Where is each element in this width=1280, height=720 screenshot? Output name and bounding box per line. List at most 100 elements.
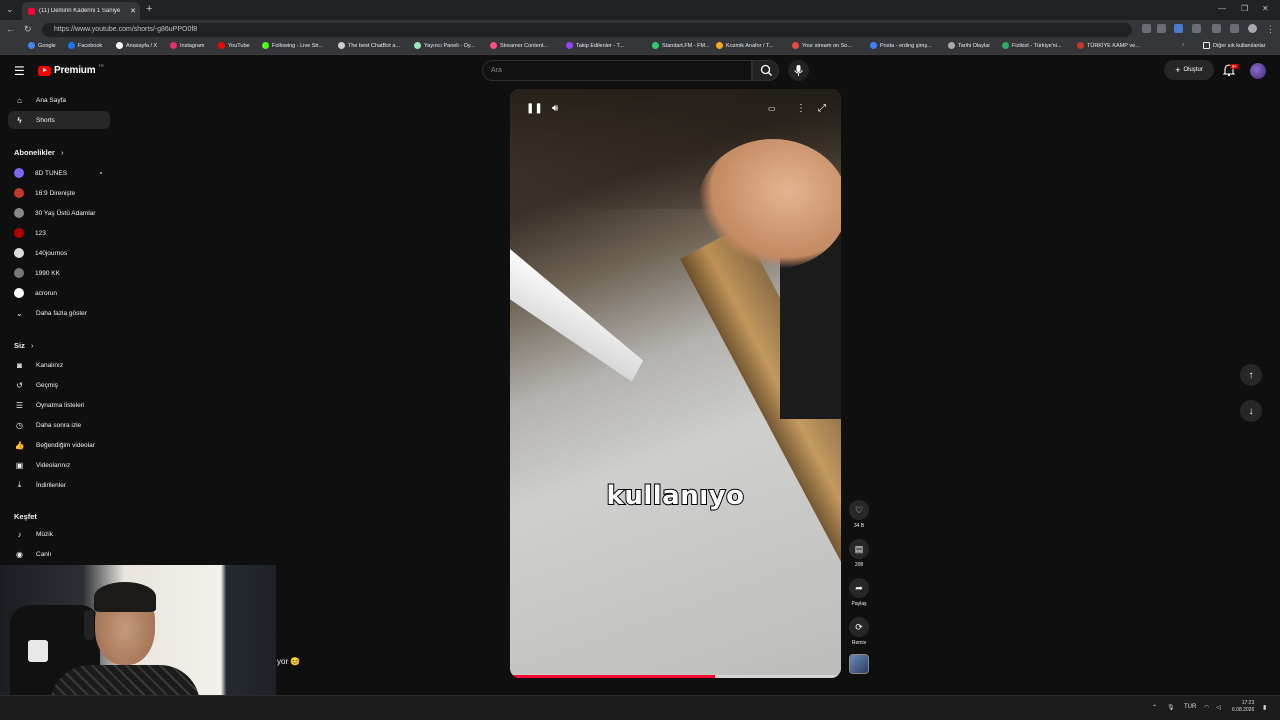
show-more-button[interactable]: ⌄ Daha fazla göster	[8, 304, 110, 322]
voice-search-button[interactable]	[788, 60, 809, 81]
bookmark-label: Streamer Content...	[500, 42, 548, 49]
downloads-icon[interactable]	[1230, 24, 1239, 33]
sidebar-item-you[interactable]: ▣ Videolarınız	[8, 456, 110, 474]
you-heading[interactable]: Siz ›	[14, 341, 33, 350]
bookmark-item[interactable]: Tarihi Olaylar	[948, 42, 990, 49]
logo-region: TR	[98, 63, 104, 68]
other-bookmarks-folder[interactable]: Diğer sık kullanılanlar	[1203, 42, 1266, 49]
search-button[interactable]	[752, 60, 779, 81]
bookmark-label: Anasayfa / X	[126, 42, 158, 49]
create-button[interactable]: + Oluştur	[1164, 60, 1214, 80]
bookmark-label: Posta - erding şimş...	[880, 42, 932, 49]
sidebar-subscription-item[interactable]: acrorun	[8, 284, 110, 302]
sidebar-item-explore[interactable]: ♪ Müzik	[8, 525, 110, 543]
youtube-premium-logo[interactable]: Premium TR	[38, 63, 104, 76]
bookmark-item[interactable]: Following - Live Str...	[262, 42, 323, 49]
shorts-icon: ϟ	[17, 115, 22, 125]
hamburger-menu-icon[interactable]: ☰	[14, 65, 25, 77]
bookmark-item[interactable]: Facebook	[68, 42, 102, 49]
sidebar-subscription-item[interactable]: 140journos	[8, 244, 110, 262]
bookmark-item[interactable]: Google	[28, 42, 56, 49]
new-tab-icon[interactable]: +	[146, 3, 152, 15]
like-action[interactable]: ♡ 34 B	[846, 500, 872, 529]
sidebar-item-you[interactable]: 👍 Beğendiğim videolar	[8, 436, 110, 454]
restore-icon[interactable]: ❐	[1241, 4, 1248, 13]
shorts-video-player[interactable]: kullanıyo ❚❚ 🔊︎ ▭ ⋮ ⤢	[510, 89, 841, 678]
close-window-icon[interactable]: ✕	[1262, 4, 1269, 13]
back-icon[interactable]: ←	[6, 24, 15, 34]
tray-chevron-icon[interactable]: ⌃	[1152, 704, 1157, 711]
bookmark-item[interactable]: Posta - erding şimş...	[870, 42, 932, 49]
pause-icon[interactable]: ❚❚	[526, 103, 543, 114]
sidebar-item-label: 123	[35, 229, 46, 237]
bookmark-item[interactable]: Kozmik Anafor / T...	[716, 42, 773, 49]
sidebar-subscription-item[interactable]: 8D TUNES	[8, 164, 110, 182]
extension-icon[interactable]	[1174, 24, 1183, 33]
minimize-icon[interactable]: —	[1218, 4, 1226, 13]
url-field[interactable]: https://www.youtube.com/shorts/-g86uPPO0…	[42, 23, 1132, 37]
bookmark-favicon-icon	[716, 42, 723, 49]
microphone-tray-icon[interactable]: 🎙︎	[1167, 704, 1175, 711]
sidebar-item-you[interactable]: ⤓ İndirilenler	[8, 476, 110, 494]
remix-action[interactable]: ⟳ Remix	[846, 617, 872, 646]
wifi-icon[interactable]: ◠	[1204, 704, 1209, 711]
bookmark-item[interactable]: Standart.FM - FM...	[652, 42, 710, 49]
fullscreen-icon[interactable]: ⤢	[818, 103, 826, 114]
menu-icon[interactable]: ⋮	[1266, 24, 1275, 35]
address-bar-row: ← ↻ https://www.youtube.com/shorts/-g86u…	[0, 20, 1280, 40]
previous-short-button[interactable]: ↑	[1240, 364, 1262, 386]
close-tab-icon[interactable]: ✕	[130, 7, 136, 15]
bookmark-item[interactable]: YouTube	[218, 42, 250, 49]
sidebar-item-home[interactable]: ⌂ Ana Sayfa	[8, 91, 110, 109]
bookmark-item[interactable]: Anasayfa / X	[116, 42, 157, 49]
bookmark-item[interactable]: Fizikist - Türkiye'ni...	[1002, 42, 1062, 49]
subscriptions-heading[interactable]: Abonelikler ›	[14, 148, 63, 157]
sidebar-subscription-item[interactable]: 123	[8, 224, 110, 242]
explore-heading: Keşfet	[14, 512, 37, 521]
notifications-tray-icon[interactable]: ▮	[1263, 704, 1266, 711]
sidebar-subscription-item[interactable]: 1990 KK	[8, 264, 110, 282]
bookmark-label: TÜRKİYE KAMP ve...	[1087, 42, 1140, 49]
sidebar-item-label: Müzik	[36, 530, 53, 538]
sidebar-item-shorts[interactable]: ϟ Shorts	[8, 111, 110, 129]
comment-icon: ▤	[849, 539, 869, 559]
channel-avatar[interactable]	[849, 654, 869, 674]
sidebar-item-you[interactable]: ◙ Kanalınız	[8, 356, 110, 374]
comment-action[interactable]: ▤ 208	[846, 539, 872, 568]
sidebar-item-label: 8D TUNES	[35, 169, 68, 177]
bookmark-star-icon[interactable]	[1157, 24, 1166, 33]
sidebar-item-you[interactable]: ☰ Oynatma listeleri	[8, 396, 110, 414]
taskbar-clock[interactable]: 17:23 6.08.2026	[1232, 700, 1254, 714]
sidebar-item-explore[interactable]: ◉ Canlı	[8, 545, 110, 563]
input-language[interactable]: TUR	[1184, 704, 1196, 710]
reload-icon[interactable]: ↻	[24, 24, 32, 35]
bookmark-item[interactable]: Yayıncı Paneli - Oy...	[414, 42, 475, 49]
bookmark-item[interactable]: Streamer Content...	[490, 42, 548, 49]
volume-tray-icon[interactable]: ◁	[1216, 704, 1221, 711]
comment-count: 208	[854, 562, 864, 568]
extension-icon[interactable]	[1192, 24, 1201, 33]
bookmark-item[interactable]: Instagram	[170, 42, 204, 49]
sidebar-item-you[interactable]: ↺ Geçmiş	[8, 376, 110, 394]
video-progress-bar[interactable]	[510, 675, 841, 678]
volume-icon[interactable]: 🔊︎	[552, 103, 558, 114]
sidebar-item-you[interactable]: ◷ Daha sonra izle	[8, 416, 110, 434]
search-input[interactable]: Ara	[482, 60, 752, 81]
bookmark-item[interactable]: Your stream on So...	[792, 42, 852, 49]
bookmark-item[interactable]: TÜRKİYE KAMP ve...	[1077, 42, 1140, 49]
extension-icon[interactable]	[1142, 24, 1151, 33]
more-options-icon[interactable]: ⋮	[796, 103, 806, 114]
share-action[interactable]: ➦ Paylaş	[846, 578, 872, 607]
extension-icon[interactable]	[1212, 24, 1221, 33]
next-short-button[interactable]: ↓	[1240, 400, 1262, 422]
captions-icon[interactable]: ▭	[768, 104, 776, 113]
account-avatar[interactable]	[1250, 63, 1266, 79]
sidebar-subscription-item[interactable]: 30 Yaş Üstü Adamlar	[8, 204, 110, 222]
bookmarks-overflow-icon[interactable]: ›	[1182, 42, 1184, 48]
profile-avatar[interactable]	[1248, 24, 1257, 33]
sidebar-subscription-item[interactable]: 16:9 Direnişte	[8, 184, 110, 202]
bookmark-item[interactable]: The best ChatBot a...	[338, 42, 400, 49]
tab-list-icon[interactable]: ⌄	[6, 4, 14, 15]
browser-tab[interactable]: (11) Demirin Kaderini 1 Saniye ✕	[22, 2, 140, 20]
bookmark-item[interactable]: Takip Edilenler - T...	[566, 42, 624, 49]
